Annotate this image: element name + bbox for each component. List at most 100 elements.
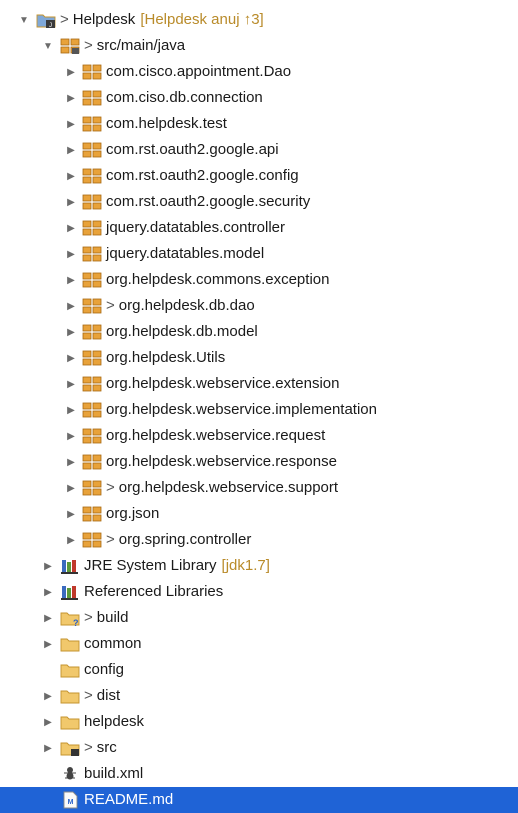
tree-item[interactable]: ▶ com.rst.oauth2.google.api [0,137,518,163]
chevron-right-icon[interactable]: ▶ [65,449,77,475]
tree-item-label: com.rst.oauth2.google.config [106,163,299,189]
tree-item-name: org.helpdesk.webservice.response [106,453,337,470]
folder-icon [60,635,80,653]
tree-item[interactable]: ▶ Referenced Libraries [0,579,518,605]
dirty-marker: > [84,739,93,756]
chevron-right-icon[interactable]: ▶ [42,553,54,579]
chevron-right-icon[interactable]: ▶ [65,111,77,137]
dirty-marker: > [60,11,69,28]
tree-item[interactable]: M README.md [0,787,518,813]
chevron-right-icon[interactable]: ▶ [65,293,77,319]
tree-item-label: > build [84,605,128,631]
chevron-right-icon[interactable]: ▶ [65,267,77,293]
tree-item[interactable]: ▶ org.helpdesk.webservice.implementation [0,397,518,423]
tree-item-label: > org.helpdesk.webservice.support [106,475,338,501]
chevron-right-icon[interactable]: ▶ [65,397,77,423]
tree-item-name: Referenced Libraries [84,583,224,600]
chevron-right-icon[interactable]: ▶ [65,215,77,241]
chevron-right-icon[interactable]: ▶ [65,319,77,345]
tree-item-label: org.helpdesk.webservice.response [106,449,337,475]
tree-item[interactable]: ▶ com.cisco.appointment.Dao [0,59,518,85]
dirty-marker: > [84,37,93,54]
chevron-right-icon[interactable]: ▶ [65,527,77,553]
tree-item[interactable]: ▶ com.ciso.db.connection [0,85,518,111]
chevron-right-icon[interactable]: ▶ [65,189,77,215]
package-icon [82,505,102,523]
tree-item[interactable]: ▶ jquery.datatables.controller [0,215,518,241]
package-icon [82,245,102,263]
tree-item-label: Referenced Libraries [84,579,223,605]
tree-item-name: build.xml [84,765,144,782]
ant-file-icon [60,765,80,783]
chevron-right-icon[interactable]: ▶ [42,709,54,735]
chevron-right-icon[interactable]: ▶ [65,241,77,267]
tree-item[interactable]: ▶ org.helpdesk.webservice.response [0,449,518,475]
tree-item-label: common [84,631,142,657]
chevron-right-icon[interactable]: ▶ [42,683,54,709]
package-icon [82,63,102,81]
tree-item[interactable]: ▶ > org.helpdesk.db.dao [0,293,518,319]
tree-item[interactable]: ▶ helpdesk [0,709,518,735]
tree-item[interactable]: ▼ > src/main/java [0,33,518,59]
tree-item-label: org.helpdesk.webservice.implementation [106,397,377,423]
tree-item[interactable]: ▶ JRE System Library [jdk1.7] [0,553,518,579]
tree-item[interactable]: ▶ org.helpdesk.Utils [0,345,518,371]
tree-item-name: com.helpdesk.test [106,115,227,132]
tree-item[interactable]: build.xml [0,761,518,787]
tree-item-name: org.spring.controller [118,531,252,548]
tree-item-label: jquery.datatables.controller [106,215,285,241]
package-icon [82,89,102,107]
package-icon [82,167,102,185]
tree-item-name: config [84,661,125,678]
tree-item-label: org.helpdesk.webservice.request [106,423,325,449]
tree-item[interactable]: ▶ org.helpdesk.webservice.extension [0,371,518,397]
tree-item[interactable]: ▶ common [0,631,518,657]
tree-item[interactable]: ▶ > src [0,735,518,761]
chevron-down-icon[interactable]: ▼ [42,33,54,59]
chevron-right-icon[interactable]: ▶ [42,605,54,631]
tree-item-label: > org.spring.controller [106,527,251,553]
chevron-right-icon[interactable]: ▶ [42,631,54,657]
folder-icon [60,713,80,731]
tree-item-label: org.helpdesk.Utils [106,345,225,371]
chevron-right-icon[interactable]: ▶ [42,579,54,605]
tree-item[interactable]: ▶ > dist [0,683,518,709]
chevron-right-icon[interactable]: ▶ [65,371,77,397]
tree-item-name: org.helpdesk.Utils [106,349,226,366]
tree-item[interactable]: ▶ com.rst.oauth2.google.config [0,163,518,189]
chevron-right-icon[interactable]: ▶ [65,85,77,111]
tree-item[interactable]: ▶ com.rst.oauth2.google.security [0,189,518,215]
tree-item[interactable]: ▶ org.helpdesk.webservice.request [0,423,518,449]
chevron-right-icon[interactable]: ▶ [65,137,77,163]
tree-item-name: build [96,609,129,626]
chevron-right-icon[interactable]: ▶ [65,501,77,527]
tree-item[interactable]: ▶ org.json [0,501,518,527]
tree-item[interactable]: ▼ J > Helpdesk [Helpdesk anuj ↑3] [0,7,518,33]
chevron-right-icon[interactable]: ▶ [42,735,54,761]
chevron-right-icon[interactable]: ▶ [65,423,77,449]
chevron-right-icon[interactable]: ▶ [65,345,77,371]
package-icon [82,349,102,367]
package-icon [82,219,102,237]
dirty-marker: > [106,297,115,314]
tree-item[interactable]: ▶ org.helpdesk.commons.exception [0,267,518,293]
chevron-right-icon[interactable]: ▶ [65,59,77,85]
tree-item-name: com.ciso.db.connection [106,89,263,106]
markdown-file-icon: M [60,791,80,809]
tree-item-name: Helpdesk [72,11,136,28]
svg-text:J: J [49,23,52,29]
chevron-right-icon[interactable]: ▶ [65,475,77,501]
tree-item[interactable]: config [0,657,518,683]
tree-item[interactable]: ▶ org.helpdesk.db.model [0,319,518,345]
tree-item-label: org.helpdesk.commons.exception [106,267,329,293]
tree-item[interactable]: ▶? > build [0,605,518,631]
tree-item[interactable]: ▶ > org.helpdesk.webservice.support [0,475,518,501]
tree-item[interactable]: ▶ > org.spring.controller [0,527,518,553]
folder-icon [60,661,80,679]
tree-item-name: org.helpdesk.db.dao [118,297,255,314]
chevron-down-icon[interactable]: ▼ [18,7,30,33]
chevron-right-icon[interactable]: ▶ [65,163,77,189]
tree-item[interactable]: ▶ jquery.datatables.model [0,241,518,267]
tree-item-decoration: [Helpdesk anuj ↑3] [140,11,264,28]
tree-item[interactable]: ▶ com.helpdesk.test [0,111,518,137]
